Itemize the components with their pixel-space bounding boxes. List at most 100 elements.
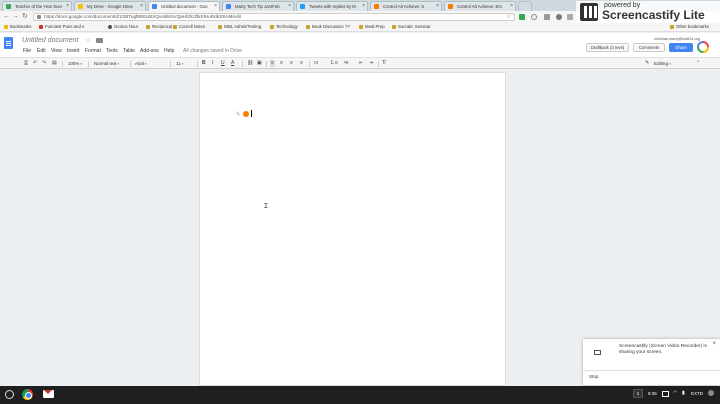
tab-label: Control Alt Achieve: Em	[457, 4, 502, 9]
bold-icon[interactable]: B	[202, 60, 206, 67]
new-tab-button[interactable]	[518, 1, 532, 11]
close-icon[interactable]: ×	[214, 2, 217, 11]
close-icon[interactable]: ×	[288, 2, 291, 11]
screen-icon[interactable]	[662, 391, 669, 397]
notification-count: 1	[636, 391, 640, 396]
zoom-select[interactable]: 100%	[68, 60, 82, 68]
user-avatar-icon[interactable]	[708, 390, 714, 396]
menu-format[interactable]: Format	[85, 48, 101, 54]
numbered-list-icon[interactable]: ⒈≡	[330, 60, 338, 67]
clear-formatting-icon[interactable]: T̸	[382, 60, 385, 67]
bookmark-label: WBL Admin/Testing	[224, 24, 262, 29]
bookmark-item[interactable]: Cornell Notes	[173, 24, 205, 30]
tab-my-drive[interactable]: My Drive - Google Drive ×	[74, 1, 146, 11]
avatar[interactable]	[697, 41, 709, 53]
undo-icon[interactable]: ↶	[33, 60, 37, 67]
bookmark-item[interactable]: Book Discussion ??	[306, 24, 350, 30]
menu-view[interactable]: View	[51, 48, 62, 54]
tab-untitled-document[interactable]: Untitled document - Goo ×	[148, 1, 220, 11]
bookmark-item[interactable]: Reciprocal	[146, 24, 172, 30]
launcher-icon[interactable]	[5, 390, 14, 399]
bookmark-item[interactable]: WBL Admin/Testing	[218, 24, 261, 30]
docs-home-icon[interactable]	[4, 37, 13, 49]
forward-icon[interactable]: →	[12, 13, 19, 21]
close-icon[interactable]: ×	[362, 2, 365, 11]
tab-teacher-survey[interactable]: Teacher of the Year Surv ×	[2, 1, 72, 11]
toolbar-divider	[309, 61, 310, 67]
close-icon[interactable]: ×	[436, 2, 439, 11]
font-select[interactable]: Arial	[135, 60, 147, 68]
line-spacing-icon[interactable]: ↕≡	[313, 60, 318, 67]
tab-control-alt-achieve-1[interactable]: Control Alt Achieve: 5 ×	[370, 1, 442, 11]
bookmark-item[interactable]: Socratic Seminar	[392, 24, 431, 30]
clock[interactable]: 8:36	[648, 390, 657, 397]
italic-icon[interactable]: I	[212, 60, 213, 67]
bookmark-item[interactable]: Funniest Puns and s	[39, 24, 84, 30]
tab-tweets[interactable]: Tweets with replies by M ×	[296, 1, 368, 11]
tab-control-alt-achieve-2[interactable]: Control Alt Achieve: Em ×	[444, 1, 516, 11]
collapse-icon[interactable]: ⌃	[696, 60, 700, 67]
bookmark-item[interactable]: Genius Hour	[108, 24, 138, 30]
back-icon[interactable]: ←	[3, 13, 10, 21]
extension-icon[interactable]	[531, 14, 537, 20]
increase-indent-icon[interactable]: ⇥	[369, 60, 373, 67]
tray-label[interactable]: EXTD	[691, 390, 703, 397]
bookmark-item[interactable]: Meal Prep	[359, 24, 385, 30]
menu-table[interactable]: Table	[123, 48, 135, 54]
docs-icon	[152, 4, 157, 9]
menu-insert[interactable]: Insert	[67, 48, 80, 54]
font-size-select[interactable]: 11	[176, 60, 183, 68]
reload-icon[interactable]: ↻	[22, 13, 28, 21]
close-icon[interactable]: ×	[140, 2, 143, 11]
decrease-indent-icon[interactable]: ⇤	[359, 60, 363, 67]
style-select[interactable]: Normal text	[94, 60, 119, 68]
wifi-icon[interactable]: ◠	[673, 390, 677, 396]
extension-icon[interactable]	[519, 14, 525, 20]
bookmark-item[interactable]: Bookmarks	[4, 24, 32, 30]
link-icon[interactable]: ⛓	[247, 60, 253, 67]
close-icon[interactable]: ×	[510, 2, 513, 11]
address-bar[interactable]: https://docs.google.com/document/d/1OBTu…	[33, 13, 515, 21]
editing-mode-select[interactable]: Editing	[654, 60, 671, 68]
folder-icon[interactable]	[96, 38, 103, 43]
other-bookmarks[interactable]: Other bookmarks	[670, 24, 709, 30]
gmail-icon[interactable]	[43, 390, 54, 398]
bulleted-list-icon[interactable]: •≡	[344, 60, 349, 67]
document-title[interactable]: Untitled document	[22, 37, 78, 44]
battery-icon[interactable]: ▮	[682, 390, 685, 396]
ibeam-cursor-icon: Ɪ	[264, 203, 268, 210]
star-icon[interactable]: ☆	[86, 37, 91, 44]
document-page[interactable]: 🐁	[199, 72, 506, 386]
notification-count-badge[interactable]: 1	[633, 389, 643, 398]
underline-icon[interactable]: U	[221, 60, 225, 67]
menu-file[interactable]: File	[23, 48, 31, 54]
extension-icon[interactable]	[567, 14, 573, 20]
text-color-icon[interactable]: A	[231, 60, 234, 67]
comments-button[interactable]: Comments	[633, 43, 665, 52]
menu-add-ons[interactable]: Add-ons	[140, 48, 159, 54]
close-icon[interactable]: ×	[712, 341, 716, 347]
menu-edit[interactable]: Edit	[37, 48, 46, 54]
extension-icon[interactable]	[556, 14, 562, 20]
align-center-icon[interactable]: ≡	[280, 60, 283, 67]
print-icon[interactable]: ⎙	[24, 60, 28, 67]
save-status[interactable]: All changes saved in Drive	[183, 48, 242, 54]
extension-icon[interactable]	[544, 14, 550, 20]
stop-sharing-button[interactable]: Stop	[583, 370, 720, 385]
close-icon[interactable]: ×	[66, 2, 69, 11]
align-right-icon[interactable]: ≡	[290, 60, 293, 67]
bookmark-item[interactable]: Technology	[270, 24, 298, 30]
star-icon[interactable]: ☆	[506, 13, 511, 21]
share-button[interactable]: Share	[669, 43, 693, 52]
redo-icon[interactable]: ↷	[42, 60, 46, 67]
menu-help[interactable]: Help	[164, 48, 174, 54]
comment-icon[interactable]: ▣	[257, 60, 262, 67]
align-left-icon[interactable]: ≡	[270, 60, 275, 67]
stop-label: Stop	[589, 374, 599, 379]
menu-tools[interactable]: Tools	[106, 48, 118, 54]
chrome-icon[interactable]	[22, 389, 33, 400]
draftback-button[interactable]: Draftback (3 revs)	[586, 43, 629, 52]
tab-marty-tech-tip[interactable]: Marty Tech Tip Jan/Feb ×	[222, 1, 294, 11]
paint-format-icon[interactable]: ▤	[52, 60, 57, 67]
align-justify-icon[interactable]: ≡	[300, 60, 303, 67]
